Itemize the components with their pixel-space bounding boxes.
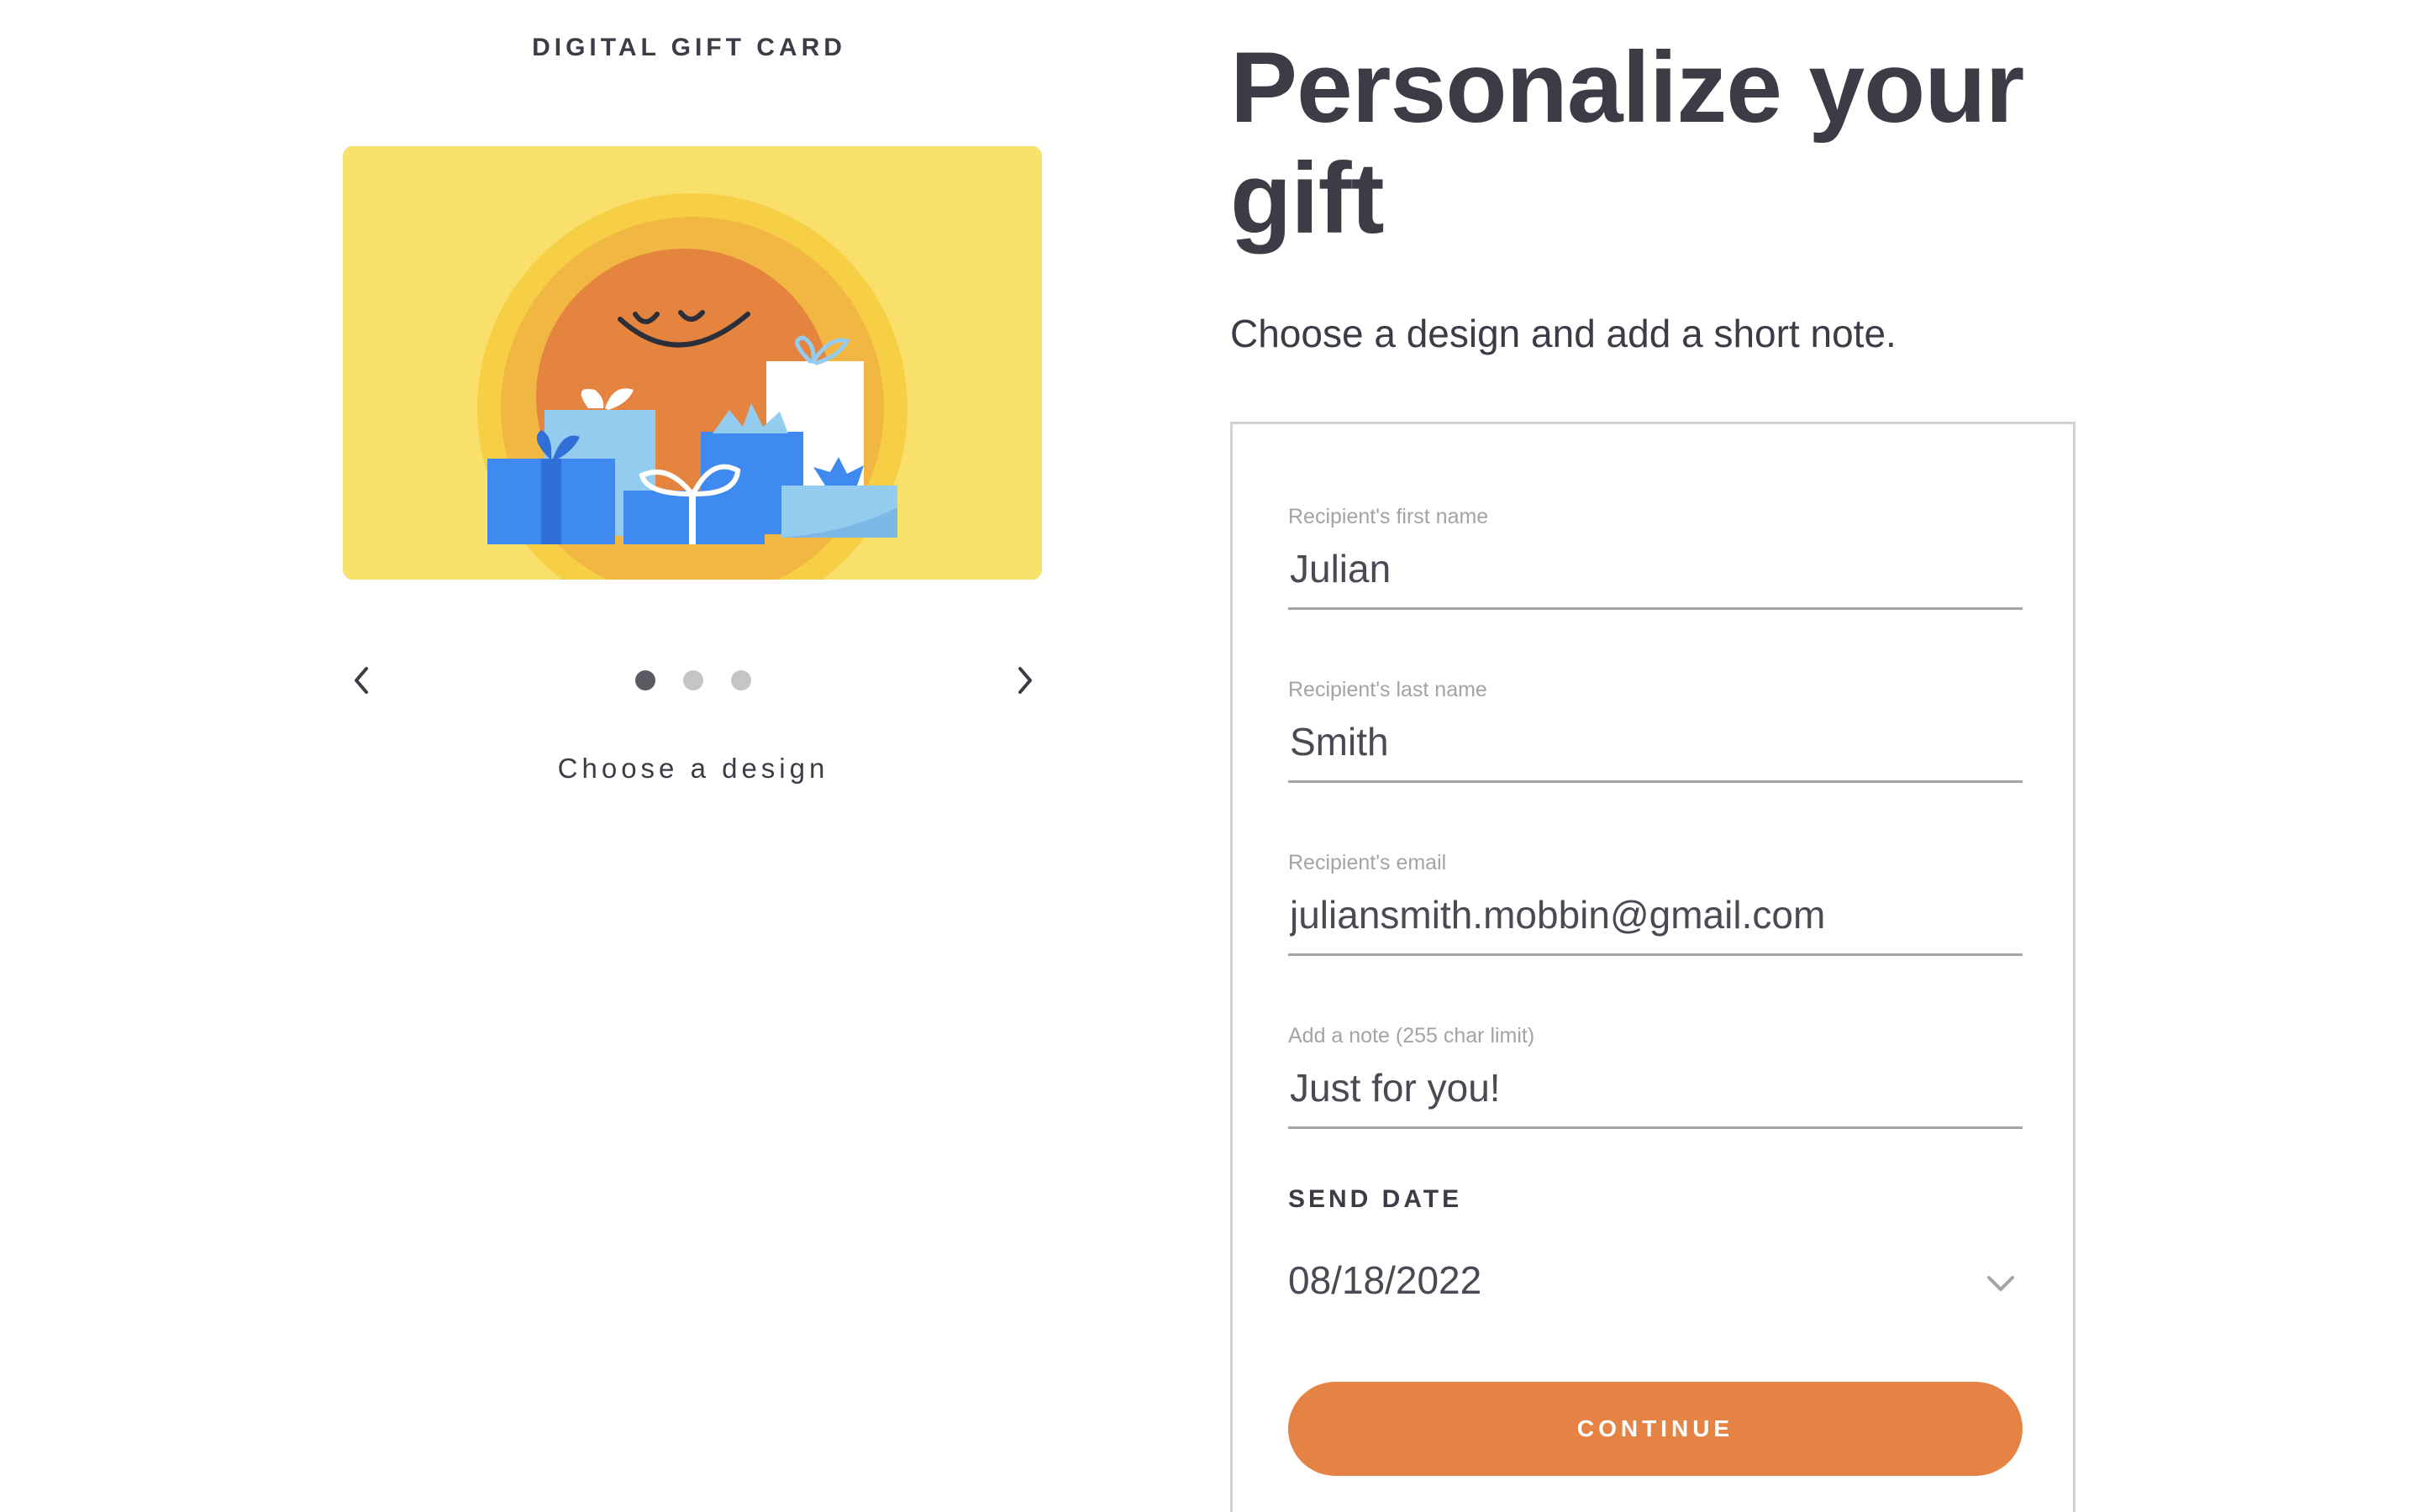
last-name-input[interactable] xyxy=(1288,717,2024,767)
chevron-down-icon xyxy=(1987,1276,2014,1291)
carousel-dot-1[interactable] xyxy=(635,670,655,690)
card-preview-section: DIGITAL GIFT CARD Choose a design xyxy=(0,0,1176,1512)
page-subtitle: Choose a design and add a short note. xyxy=(1230,312,1897,355)
choose-design-label: Choose a design xyxy=(557,753,829,784)
continue-button[interactable]: CONTINUE xyxy=(1288,1382,2023,1476)
note-field-group: Add a note (255 char limit) xyxy=(1288,1024,2024,1158)
card-type-heading: DIGITAL GIFT CARD xyxy=(532,34,846,61)
gift-card-page: DIGITAL GIFT CARD Choose a design Person… xyxy=(0,0,2420,1512)
gift-card-illustration xyxy=(343,146,1042,580)
email-input[interactable] xyxy=(1288,890,2024,940)
send-date-value: 08/18/2022 xyxy=(1288,1258,1482,1302)
gift-card-design-image xyxy=(343,146,1042,580)
send-date-label: SEND DATE xyxy=(1288,1185,1463,1213)
last-name-label: Recipient's last name xyxy=(1288,678,1487,701)
chevron-right-icon xyxy=(1018,667,1032,694)
carousel-pagination xyxy=(336,670,1050,690)
gift-details-form: Recipient's first name Recipient's last … xyxy=(1230,422,2075,1512)
note-label: Add a note (255 char limit) xyxy=(1288,1024,1535,1047)
first-name-label: Recipient's first name xyxy=(1288,505,1489,528)
carousel-dot-2[interactable] xyxy=(683,670,703,690)
email-field-group: Recipient's email xyxy=(1288,851,2024,985)
design-carousel-controls xyxy=(336,655,1050,706)
email-label: Recipient's email xyxy=(1288,851,1447,874)
carousel-dot-3[interactable] xyxy=(731,670,751,690)
email-underline xyxy=(1288,953,2023,956)
send-date-select[interactable]: 08/18/2022 xyxy=(1288,1247,2023,1315)
next-design-button[interactable] xyxy=(1000,655,1050,706)
last-name-field-group: Recipient's last name xyxy=(1288,678,2024,812)
page-title: Personalize your gift xyxy=(1230,31,2024,255)
note-underline xyxy=(1288,1126,2023,1129)
note-input[interactable] xyxy=(1288,1063,2024,1113)
first-name-input[interactable] xyxy=(1288,543,2024,594)
first-name-underline xyxy=(1288,607,2023,610)
personalize-section: Personalize your gift Choose a design an… xyxy=(1227,0,2319,1512)
first-name-field-group: Recipient's first name xyxy=(1288,505,2024,639)
last-name-underline xyxy=(1288,780,2023,783)
